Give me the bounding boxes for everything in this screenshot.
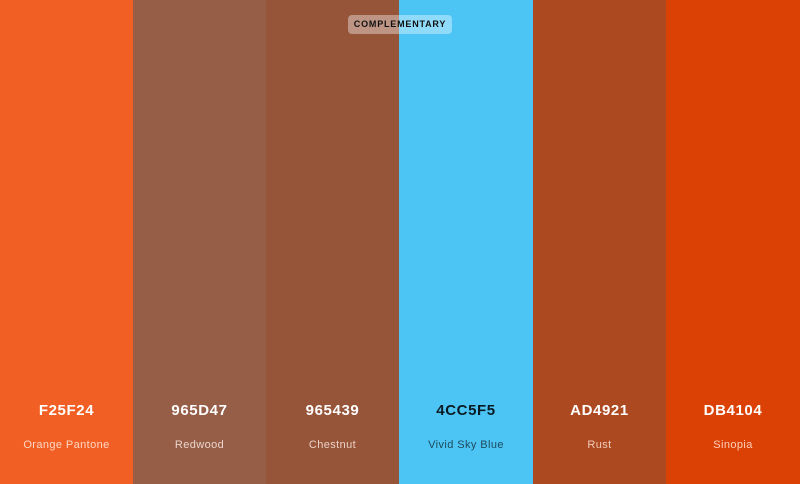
swatch-hex-code[interactable]: DB4104 [666, 402, 800, 420]
swatch-color-name: Sinopia [713, 439, 753, 451]
swatch-hex-code[interactable]: 4CC5F5 [399, 402, 533, 420]
swatch-hex-code[interactable]: AD4921 [533, 402, 666, 420]
swatch-color-name: Chestnut [308, 439, 357, 451]
swatch-hex-code[interactable]: 965439 [266, 402, 399, 420]
swatch-sinopia[interactable]: DB4104 Sinopia [666, 0, 800, 484]
swatch-hex-code[interactable]: 965D47 [133, 402, 266, 420]
swatch-color-name: Orange Pantone [23, 439, 110, 451]
swatch-color-name: Vivid Sky Blue [428, 439, 504, 451]
swatch-vivid-sky-blue[interactable]: 4CC5F5 Vivid Sky Blue [399, 0, 533, 484]
swatch-orange-pantone[interactable]: F25F24 Orange Pantone [0, 0, 133, 484]
swatch-color-name: Redwood [174, 439, 225, 451]
swatch-redwood[interactable]: 965D47 Redwood [133, 0, 266, 484]
swatch-color-name: Rust [587, 439, 612, 451]
swatch-hex-code[interactable]: F25F24 [0, 402, 133, 420]
color-palette: F25F24 Orange Pantone 965D47 Redwood 965… [0, 0, 800, 484]
scheme-type-badge: COMPLEMENTARY [348, 15, 452, 34]
swatch-chestnut[interactable]: 965439 Chestnut [266, 0, 399, 484]
swatch-rust[interactable]: AD4921 Rust [533, 0, 666, 484]
